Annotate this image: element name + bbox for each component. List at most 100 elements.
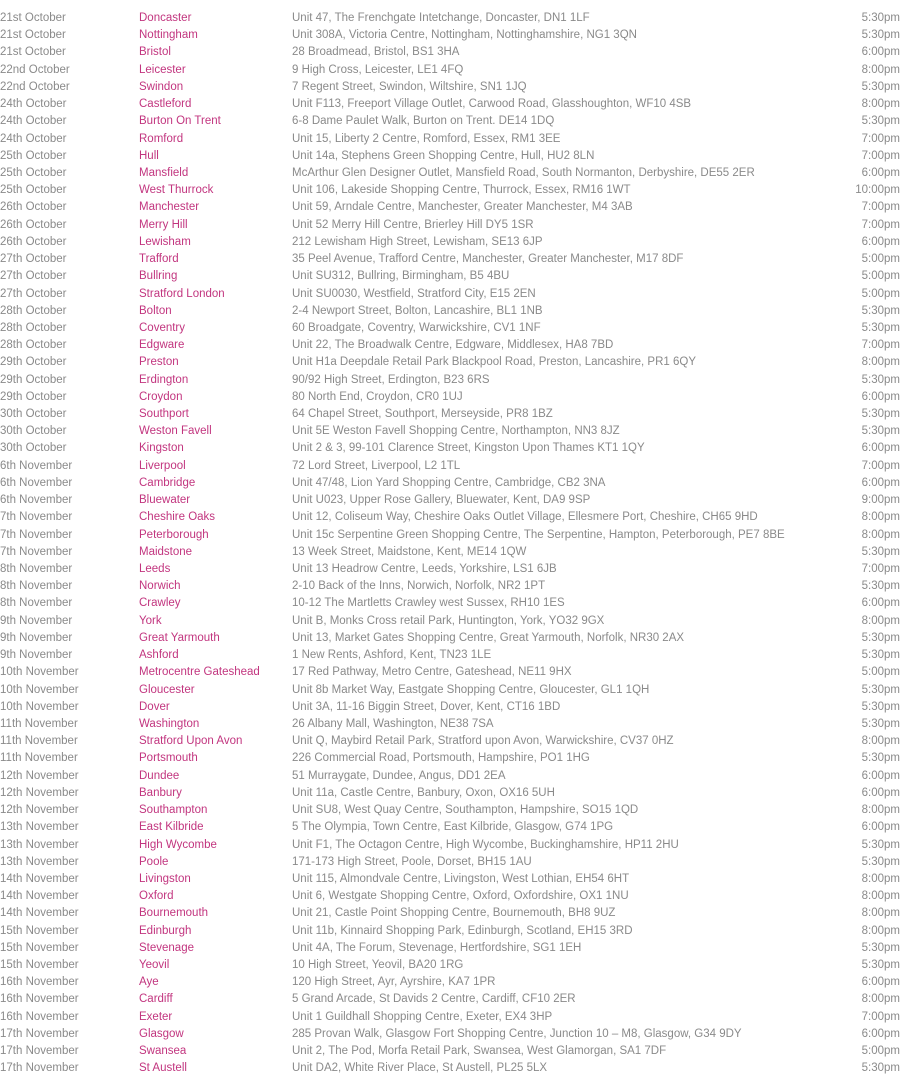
event-date: 16th November	[0, 976, 79, 989]
event-city[interactable]: Erdington	[139, 372, 292, 389]
event-city[interactable]: Mansfield	[139, 165, 292, 182]
event-date: 7th November	[0, 545, 73, 558]
event-address: Unit 47, The Frenchgate Intetchange, Don…	[292, 12, 590, 24]
event-time: 8:00pm	[861, 907, 900, 920]
event-city[interactable]: Stevenage	[139, 940, 292, 957]
event-city[interactable]: Coventry	[139, 320, 292, 337]
event-city[interactable]: Preston	[139, 354, 292, 371]
event-city[interactable]: Glasgow	[139, 1026, 292, 1043]
event-city[interactable]: Merry Hill	[139, 217, 292, 234]
event-city[interactable]: Swindon	[139, 79, 292, 96]
event-city[interactable]: Great Yarmouth	[139, 630, 292, 647]
event-city[interactable]: Livingston	[139, 871, 292, 888]
event-city[interactable]: Leeds	[139, 561, 292, 578]
event-city[interactable]: Washington	[139, 716, 292, 733]
event-date: 28th October	[0, 321, 67, 334]
event-city[interactable]: Crawley	[139, 595, 292, 612]
event-time: 6:00pm	[861, 1027, 900, 1040]
event-city[interactable]: Banbury	[139, 785, 292, 802]
event-city[interactable]: Doncaster	[139, 10, 292, 27]
event-city[interactable]: Portsmouth	[139, 750, 292, 767]
event-city[interactable]: Stratford Upon Avon	[139, 733, 292, 750]
event-time: 8:00pm	[861, 890, 900, 903]
event-city[interactable]: Southampton	[139, 802, 292, 819]
event-city[interactable]: Castleford	[139, 96, 292, 113]
event-date: 22nd October	[0, 63, 70, 76]
event-time: 5:30pm	[861, 752, 900, 765]
event-city[interactable]: Exeter	[139, 1009, 292, 1026]
event-city[interactable]: Edinburgh	[139, 923, 292, 940]
event-city[interactable]: St Austell	[139, 1060, 292, 1077]
event-date: 30th October	[0, 425, 67, 438]
event-address: Unit 52 Merry Hill Centre, Brierley Hill…	[292, 218, 534, 231]
event-address: Unit 12, Coliseum Way, Cheshire Oaks Out…	[292, 511, 758, 524]
table-row: 13th November East Kilbride 5 The Olympia,…	[0, 819, 900, 836]
event-city[interactable]: Oxford	[139, 888, 292, 905]
event-date: 14th November	[0, 890, 79, 903]
event-address: 64 Chapel Street, Southport, Merseyside,…	[292, 408, 553, 421]
event-city[interactable]: Poole	[139, 854, 292, 871]
event-time: 8:00pm	[861, 872, 900, 885]
event-city[interactable]: Bluewater	[139, 492, 292, 509]
event-city[interactable]: Manchester	[139, 199, 292, 216]
event-city[interactable]: Stratford London	[139, 286, 292, 303]
event-address: Unit 6, Westgate Shopping Centre, Oxford…	[292, 890, 629, 903]
table-row: 26th October Merry Hill Unit 52 Merry Hill…	[0, 217, 900, 234]
event-city[interactable]: Bristol	[139, 44, 292, 61]
event-city[interactable]: Bournemouth	[139, 905, 292, 922]
table-row: 25th October West Thurrock Unit 106, Lakes…	[0, 182, 900, 199]
event-city[interactable]: Romford	[139, 131, 292, 148]
event-city[interactable]: Southport	[139, 406, 292, 423]
event-city[interactable]: Bolton	[139, 303, 292, 320]
event-city[interactable]: Cheshire Oaks	[139, 509, 292, 526]
event-time: 6:00pm	[861, 235, 900, 248]
event-city[interactable]: Peterborough	[139, 527, 292, 544]
event-city[interactable]: Croydon	[139, 389, 292, 406]
event-address: Unit 308A, Victoria Centre, Nottingham, …	[292, 29, 637, 42]
event-city[interactable]: West Thurrock	[139, 182, 292, 199]
event-time: 5:00pm	[861, 270, 900, 283]
event-time: 5:30pm	[861, 425, 900, 438]
event-city[interactable]: Swansea	[139, 1043, 292, 1060]
event-address: 28 Broadmead, Bristol, BS1 3HA	[292, 46, 460, 59]
event-city[interactable]: Metrocentre Gateshead	[139, 664, 292, 681]
event-city[interactable]: Gloucester	[139, 682, 292, 699]
event-city[interactable]: Trafford	[139, 251, 292, 268]
event-city[interactable]: Dundee	[139, 768, 292, 785]
event-city[interactable]: Liverpool	[139, 458, 292, 475]
event-city[interactable]: Nottingham	[139, 27, 292, 44]
event-address: 1 New Rents, Ashford, Kent, TN23 1LE	[292, 649, 492, 662]
event-city[interactable]: Edgware	[139, 337, 292, 354]
event-city[interactable]: High Wycombe	[139, 837, 292, 854]
table-row: 26th October Lewisham 212 Lewisham High St…	[0, 234, 900, 251]
event-city[interactable]: Ashford	[139, 647, 292, 664]
event-time: 7:00pm	[861, 563, 900, 575]
event-date: 14th November	[0, 907, 79, 920]
table-row: 11th November Washington 26 Albany Mall, W…	[0, 716, 900, 733]
event-city[interactable]: Bullring	[139, 268, 292, 285]
event-city[interactable]: Burton On Trent	[139, 113, 292, 130]
event-date: 15th November	[0, 924, 79, 937]
event-city[interactable]: Cardiff	[139, 991, 292, 1008]
event-city[interactable]: Norwich	[139, 578, 292, 595]
event-city[interactable]: Lewisham	[139, 234, 292, 251]
event-city[interactable]: York	[139, 613, 292, 630]
table-row: 27th October Trafford 35 Peel Avenue, Traf…	[0, 251, 900, 268]
event-city[interactable]: Maidstone	[139, 544, 292, 561]
event-address: Unit 21, Castle Point Shopping Centre, B…	[292, 907, 616, 920]
event-time: 5:00pm	[861, 666, 900, 679]
event-city[interactable]: Yeovil	[139, 957, 292, 974]
event-time: 5:00pm	[861, 287, 900, 300]
event-date: 26th October	[0, 218, 67, 231]
event-city[interactable]: Leicester	[139, 62, 292, 79]
event-city[interactable]: Cambridge	[139, 475, 292, 492]
event-city[interactable]: East Kilbride	[139, 819, 292, 836]
event-city[interactable]: Weston Favell	[139, 423, 292, 440]
schedule-table: 21st October Doncaster Unit 47, The French…	[0, 10, 900, 1078]
table-row: 17th November St Austell Unit DA2, White R…	[0, 1060, 900, 1077]
table-row: 16th November Cardiff 5 Grand Arcade, St D…	[0, 991, 900, 1008]
event-city[interactable]: Dover	[139, 699, 292, 716]
event-city[interactable]: Aye	[139, 974, 292, 991]
event-city[interactable]: Kingston	[139, 440, 292, 457]
event-city[interactable]: Hull	[139, 148, 292, 165]
